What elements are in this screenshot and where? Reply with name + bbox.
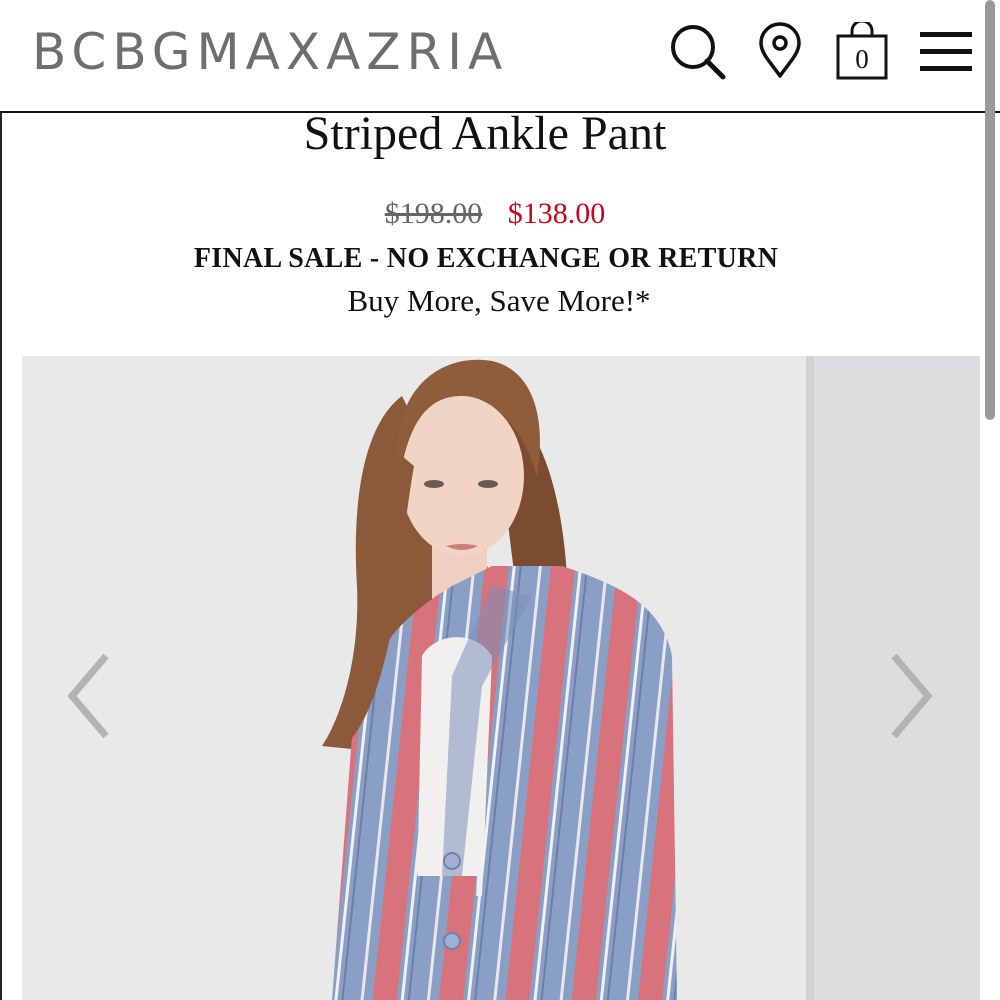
chevron-left-icon[interactable] (60, 646, 120, 746)
product-image (22, 356, 980, 1000)
final-sale-notice: FINAL SALE - NO EXCHANGE OR RETURN (193, 243, 779, 274)
shopping-bag-icon[interactable]: 0 (832, 19, 892, 82)
product-image-carousel[interactable] (22, 356, 980, 1000)
site-header: BCBGMAXAZRIA 0 (0, 0, 1000, 113)
chevron-right-icon[interactable] (880, 646, 940, 746)
location-pin-icon[interactable] (752, 22, 812, 82)
search-icon[interactable] (668, 22, 728, 82)
cart-count-badge: 0 (855, 44, 869, 74)
promo-link[interactable]: Buy More, Save More!* (0, 282, 998, 320)
hamburger-menu-icon[interactable] (916, 22, 976, 82)
scrollbar[interactable] (985, 0, 995, 420)
sale-price: $138.00 (507, 197, 606, 230)
price-row: $198.00 $138.00 (0, 194, 990, 234)
product-title: Striped Ankle Pant (303, 107, 667, 160)
brand-logo[interactable]: BCBGMAXAZRIA (32, 22, 508, 82)
original-price: $198.00 (384, 197, 483, 230)
